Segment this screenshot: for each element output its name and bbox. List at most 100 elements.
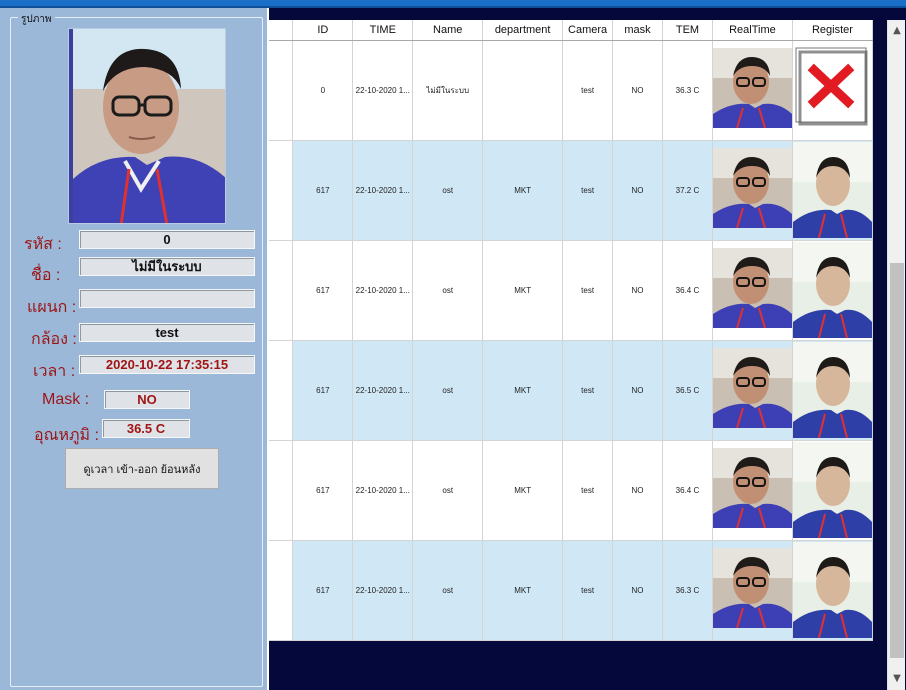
cell-realtime-photo (712, 240, 793, 341)
cell-department: MKT (482, 140, 564, 241)
name-label: ชื่อ : (31, 267, 61, 284)
cell-department: MKT (482, 240, 564, 341)
realtime-face-photo (712, 148, 792, 228)
cell-name: ost (412, 340, 484, 441)
cell-camera: test (562, 140, 614, 241)
vertical-scrollbar[interactable]: ▲ ▼ (887, 20, 905, 690)
cell-mask: NO (612, 240, 663, 341)
row-selector[interactable] (269, 540, 294, 641)
column-header-camera[interactable]: Camera (562, 20, 614, 41)
cell-name: ost (412, 440, 484, 541)
time-label: เวลา : (33, 363, 76, 380)
realtime-face-photo (712, 448, 792, 528)
column-header-tem[interactable]: TEM (662, 20, 713, 41)
cell-id: 617 (292, 240, 354, 341)
cell-id: 617 (292, 440, 354, 541)
table-row[interactable]: 0 22-10-2020 1... ไม่มีในระบบ test NO 36.3 C (269, 40, 874, 141)
cell-realtime-photo (712, 540, 793, 641)
table-row[interactable]: 617 22-10-2020 1... ost MKT test NO 36.5 C (269, 340, 874, 441)
id-label: รหัส : (24, 236, 62, 253)
scrollbar-thumb[interactable] (890, 263, 904, 658)
records-area: ID TIME Name department Camera mask TEM … (269, 8, 906, 690)
cell-mask: NO (612, 340, 663, 441)
cell-realtime-photo (712, 140, 793, 241)
column-header-time[interactable]: TIME (352, 20, 414, 41)
register-face-photo (792, 142, 872, 238)
row-selector[interactable] (269, 440, 294, 541)
red-x-icon (793, 46, 872, 126)
header-row-selector (269, 20, 294, 41)
cell-tem: 36.4 C (662, 440, 713, 541)
name-value: ไม่มีในระบบ (79, 257, 255, 276)
table-row[interactable]: 617 22-10-2020 1... ost MKT test NO 37.2 C (269, 140, 874, 241)
records-table: ID TIME Name department Camera mask TEM … (269, 20, 874, 641)
realtime-face-photo (712, 248, 792, 328)
row-selector[interactable] (269, 140, 294, 241)
cell-id: 617 (292, 340, 354, 441)
current-face-photo (68, 28, 226, 224)
records-grid: ID TIME Name department Camera mask TEM … (269, 20, 874, 641)
cell-department: MKT (482, 540, 564, 641)
mask-label: Mask : (42, 391, 90, 408)
cell-mask: NO (612, 140, 663, 241)
chevron-down-icon[interactable]: ▼ (888, 670, 906, 688)
cell-register-photo (792, 140, 874, 241)
row-selector[interactable] (269, 240, 294, 341)
column-header-id[interactable]: ID (292, 20, 354, 41)
cell-time: 22-10-2020 1... (352, 340, 414, 441)
register-face-photo (792, 442, 872, 538)
cell-mask: NO (612, 540, 663, 641)
register-face-photo (792, 342, 872, 438)
cell-register-photo (792, 240, 874, 341)
cell-time: 22-10-2020 1... (352, 440, 414, 541)
cell-tem: 37.2 C (662, 140, 713, 241)
temperature-label: อุณหภูมิ : (34, 427, 99, 444)
department-label: แผนก : (27, 299, 77, 316)
cell-camera: test (562, 440, 614, 541)
department-value (79, 289, 255, 308)
cell-department (482, 40, 564, 141)
cell-register-photo (792, 40, 874, 141)
cell-camera: test (562, 240, 614, 341)
cell-time: 22-10-2020 1... (352, 540, 414, 641)
cell-name: ost (412, 540, 484, 641)
cell-mask: NO (612, 440, 663, 541)
left-panel: รูปภาพ รหัส : 0 ชื่อ : ไม่มีในระบบ แผนก … (0, 8, 267, 690)
cell-id: 617 (292, 540, 354, 641)
row-selector[interactable] (269, 340, 294, 441)
register-face-photo (792, 242, 872, 338)
cell-time: 22-10-2020 1... (352, 240, 414, 341)
chevron-up-icon[interactable]: ▲ (888, 22, 906, 40)
table-row[interactable]: 617 22-10-2020 1... ost MKT test NO 36.4 C (269, 240, 874, 341)
column-header-realtime[interactable]: RealTime (712, 20, 793, 41)
table-row[interactable]: 617 22-10-2020 1... ost MKT test NO 36.3 C (269, 540, 874, 641)
cell-register-photo (792, 340, 874, 441)
cell-realtime-photo (712, 440, 793, 541)
cell-tem: 36.5 C (662, 340, 713, 441)
column-header-mask[interactable]: mask (612, 20, 663, 41)
cell-name: ไม่มีในระบบ (412, 40, 484, 141)
cell-tem: 36.3 C (662, 40, 713, 141)
realtime-face-photo (712, 48, 792, 128)
cell-realtime-photo (712, 40, 793, 141)
cell-name: ost (412, 240, 484, 341)
cell-department: MKT (482, 340, 564, 441)
cell-time: 22-10-2020 1... (352, 40, 414, 141)
table-header-row: ID TIME Name department Camera mask TEM … (269, 20, 874, 41)
history-button[interactable]: ดูเวลา เข้า-ออก ย้อนหลัง (65, 448, 219, 489)
window-top-bar (0, 0, 906, 8)
column-header-department[interactable]: department (482, 20, 564, 41)
column-header-name[interactable]: Name (412, 20, 484, 41)
camera-value: test (79, 323, 255, 342)
cell-department: MKT (482, 440, 564, 541)
cell-camera: test (562, 40, 614, 141)
column-header-register[interactable]: Register (792, 20, 874, 41)
cell-realtime-photo (712, 340, 793, 441)
cell-tem: 36.4 C (662, 240, 713, 341)
photo-group-title: รูปภาพ (18, 12, 55, 27)
row-selector[interactable] (269, 40, 294, 141)
cell-register-photo (792, 440, 874, 541)
cell-tem: 36.3 C (662, 540, 713, 641)
table-row[interactable]: 617 22-10-2020 1... ost MKT test NO 36.4 C (269, 440, 874, 541)
realtime-face-photo (712, 548, 792, 628)
